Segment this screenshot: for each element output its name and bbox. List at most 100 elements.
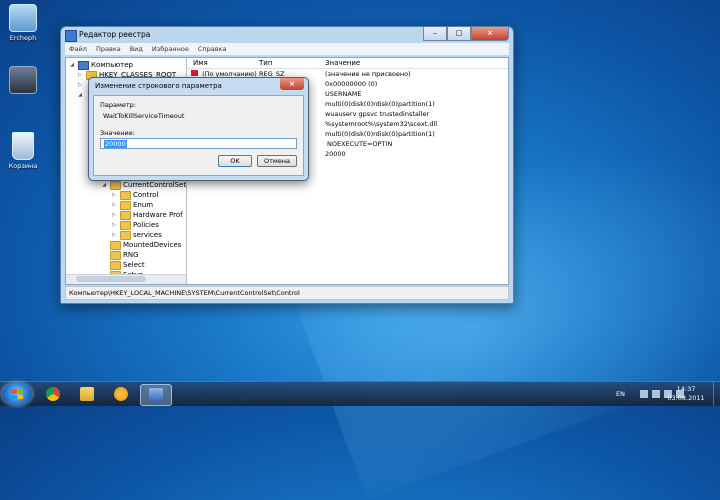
row-value: wuauserv gpsvc trustedinstaller — [325, 110, 430, 118]
row-value: USERNAME — [325, 90, 362, 98]
tree-item-policies[interactable]: ▷ Policies — [110, 220, 159, 230]
row-value: %systemroot%\system32\scext.dll — [325, 120, 438, 128]
taskbar: EN 14:37 03.08.2011 — [0, 381, 720, 406]
tree-item-label: RNG — [123, 251, 139, 259]
clock-date: 03.08.2011 — [667, 394, 705, 402]
taskbar-chrome[interactable] — [38, 384, 68, 404]
menu-edit[interactable]: Правка — [96, 45, 121, 53]
desktop-icon-label: Ercheph — [9, 34, 37, 42]
desktop-icon-recycle-bin[interactable]: Корзина — [0, 132, 46, 170]
row-value: 20000 — [325, 150, 346, 158]
chrome-icon — [46, 387, 60, 401]
folder-icon — [110, 240, 121, 250]
expand-arrow-icon[interactable]: ▷ — [110, 210, 118, 220]
folder-icon — [120, 220, 131, 230]
show-hidden-icons-icon[interactable] — [640, 390, 648, 398]
folder-icon — [80, 387, 94, 401]
minimize-button[interactable]: – — [423, 27, 447, 41]
menu-file[interactable]: Файл — [69, 45, 87, 53]
tree-item-mounteddevices[interactable]: MountedDevices — [100, 240, 181, 250]
tree-item-collapsed[interactable]: ▷ — [76, 80, 84, 90]
row-value: multi(0)disk(0)rdisk(0)partition(1) — [325, 100, 435, 108]
expand-arrow-icon[interactable]: ▷ — [76, 70, 84, 80]
folder-icon — [110, 260, 121, 270]
tree-item-label: Enum — [133, 201, 154, 209]
maximize-button[interactable]: □ — [447, 27, 471, 41]
tree-item-label: CurrentControlSet — [123, 181, 187, 189]
tree-item-currentcontrolset[interactable]: ◢ CurrentControlSet — [100, 180, 186, 190]
regedit-icon — [149, 388, 163, 402]
tree-item-hardware-profiles[interactable]: ▷ Hardware Prof — [110, 210, 183, 220]
desktop-icon-computer[interactable] — [0, 66, 46, 96]
show-desktop-button[interactable] — [713, 382, 720, 406]
language-indicator[interactable]: EN — [616, 390, 625, 398]
column-header-name[interactable]: Имя — [193, 59, 208, 67]
row-value: NOEXECUTE=OPTIN — [327, 140, 393, 148]
list-header: Имя Тип Значение — [187, 58, 508, 69]
folder-icon — [110, 180, 121, 190]
menu-help[interactable]: Справка — [198, 45, 227, 53]
tree-item-label: Policies — [133, 221, 159, 229]
collapse-arrow-icon[interactable]: ◢ — [68, 60, 76, 70]
column-header-value[interactable]: Значение — [325, 59, 360, 67]
value-label: Значение: — [100, 129, 135, 137]
flag-icon[interactable] — [652, 390, 660, 398]
expand-arrow-icon[interactable]: ▷ — [110, 190, 118, 200]
window-titlebar[interactable]: Редактор реестра – □ × — [61, 27, 513, 43]
regedit-icon — [65, 30, 77, 42]
taskbar-explorer[interactable] — [72, 384, 102, 404]
computer-icon — [78, 60, 89, 70]
expand-arrow-icon[interactable]: ▷ — [110, 230, 118, 240]
tree-item-computer[interactable]: ◢ Компьютер — [68, 60, 133, 70]
status-bar: Компьютер\HKEY_LOCAL_MACHINE\SYSTEM\Curr… — [65, 286, 509, 300]
row-value: (значение не присвоено) — [325, 70, 411, 78]
tree-item-services[interactable]: ▷ services — [110, 230, 162, 240]
tree-item-rng[interactable]: RNG — [100, 250, 139, 260]
menu-view[interactable]: Вид — [130, 45, 143, 53]
computer-icon — [9, 66, 37, 94]
ok-button[interactable]: OK — [218, 155, 252, 167]
tree-item-label: services — [133, 231, 162, 239]
cancel-button[interactable]: Отмена — [257, 155, 297, 167]
tree-item-label: Control — [133, 191, 159, 199]
folder-icon — [120, 200, 131, 210]
folder-icon — [110, 250, 121, 260]
windows-logo-icon — [11, 389, 23, 399]
tree-item-enum[interactable]: ▷ Enum — [110, 200, 153, 210]
taskbar-media-player[interactable] — [106, 384, 136, 404]
scrollbar-thumb[interactable] — [76, 276, 146, 282]
parameter-label: Параметр: — [100, 101, 136, 109]
folder-icon — [120, 210, 131, 220]
window-title: Редактор реестра — [79, 30, 151, 39]
taskbar-regedit[interactable] — [140, 384, 172, 406]
menu-bar: Файл Правка Вид Избранное Справка — [65, 43, 509, 55]
expand-arrow-icon[interactable]: ▷ — [76, 80, 84, 90]
media-player-icon — [114, 387, 128, 401]
tree-item-select[interactable]: Select — [100, 260, 145, 270]
collapse-arrow-icon[interactable]: ◢ — [76, 90, 84, 100]
string-value-icon — [191, 70, 198, 76]
recycle-bin-icon — [12, 132, 34, 160]
edit-string-dialog[interactable]: Изменение строкового параметра × Парамет… — [88, 77, 309, 181]
folder-icon — [120, 230, 131, 240]
tree-horizontal-scrollbar[interactable] — [66, 274, 186, 284]
column-header-type[interactable]: Тип — [259, 59, 272, 67]
close-button[interactable]: × — [471, 27, 509, 41]
tree-item-collapsed[interactable]: ◢ — [76, 90, 84, 100]
row-value: multi(0)disk(0)rdisk(0)partition(1) — [325, 130, 435, 138]
dialog-body: Параметр: WaitToKillServiceTimeout Значе… — [93, 95, 304, 176]
tree-item-control[interactable]: ▷ Control — [110, 190, 158, 200]
desktop-icon-user[interactable]: Ercheph — [0, 4, 46, 42]
expand-arrow-icon[interactable]: ▷ — [110, 200, 118, 210]
clock[interactable]: 14:37 03.08.2011 — [664, 385, 708, 403]
start-button[interactable] — [2, 383, 32, 405]
collapse-arrow-icon[interactable]: ◢ — [100, 180, 108, 190]
dialog-close-button[interactable]: × — [280, 78, 304, 90]
row-value: 0x00000000 (0) — [325, 80, 378, 88]
value-data-input[interactable]: 20000 — [100, 138, 297, 149]
selected-value-text: 20000 — [104, 140, 127, 148]
expand-arrow-icon[interactable]: ▷ — [110, 220, 118, 230]
tree-item-label: Select — [123, 261, 145, 269]
menu-favorites[interactable]: Избранное — [152, 45, 189, 53]
tree-item-label: MountedDevices — [123, 241, 182, 249]
